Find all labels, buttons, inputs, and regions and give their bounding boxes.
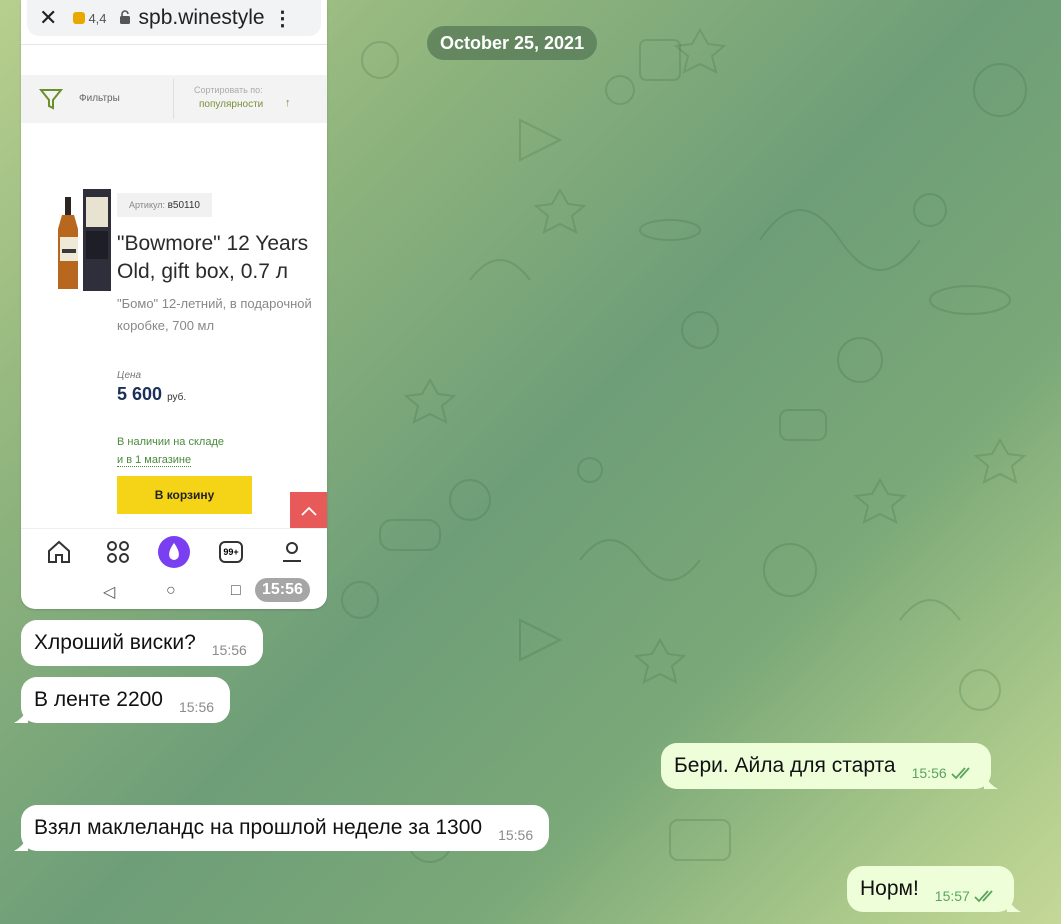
product-price: 5 600 руб. (117, 384, 186, 405)
message-time: 15:56 (498, 827, 534, 843)
bubble-tail (983, 775, 998, 789)
sort-arrow-icon: ↑ (285, 97, 291, 109)
availability-text: В наличии на складе (117, 436, 224, 448)
recents-icon: □ (231, 582, 241, 599)
message-time: 15:56 (211, 642, 247, 658)
rating-badge-icon (73, 12, 86, 24)
secure-lock-icon (117, 9, 133, 28)
message-time: 15:56 (178, 699, 215, 715)
message-bubble[interactable]: Бери. Айла для старта 15:56 (661, 743, 998, 789)
sku-value: в50110 (167, 200, 200, 211)
message-bubble[interactable]: В ленте 2200 15:56 (14, 677, 231, 723)
browser-address-bar: ✕ 4,4 spb.winestyle ⋮ (27, 0, 321, 36)
date-separator: October 25, 2021 (427, 26, 598, 60)
price-currency: руб. (167, 392, 187, 403)
add-to-cart-button: В корзину (117, 476, 252, 514)
message-bubble[interactable]: Хлроший виски? 15:56 (21, 620, 263, 666)
read-double-check-icon (951, 767, 970, 780)
home-circle-icon: ○ (166, 582, 176, 599)
back-icon: ◁ (103, 584, 116, 601)
filter-sort-bar: Фильтры Сортировать по: популярности ↑ (21, 75, 327, 123)
message-time: 15:57 (934, 888, 970, 904)
message-text: В ленте 2200 (34, 688, 163, 711)
site-rating: 4,4 (73, 10, 107, 26)
message-text: Хлроший виски? (34, 631, 196, 654)
close-icon: ✕ (39, 5, 58, 30)
page-url: spb.winestyle (138, 6, 265, 29)
bubble-tail (1006, 898, 1021, 912)
filter-icon (39, 89, 63, 110)
availability-stores-link: и в 1 магазине (117, 454, 192, 467)
product-description: "Бомо" 12-летний, в подарочной коробке, … (117, 296, 312, 333)
image-message[interactable]: ✕ 4,4 spb.winestyle ⋮ Фильтры Сортироват… (21, 0, 327, 609)
sort-caption: Сортировать по: (194, 85, 263, 95)
divider (21, 44, 327, 45)
message-time: 15:56 (911, 765, 947, 781)
message-bubble[interactable]: Норм! 15:57 (847, 866, 1021, 912)
apps-grid-icon (107, 541, 129, 563)
home-icon (48, 540, 70, 563)
alice-assistant-icon (158, 536, 190, 568)
divider (173, 79, 174, 119)
sku-label: Артикул: (129, 200, 166, 210)
rating-value: 4,4 (88, 10, 107, 26)
filters-label: Фильтры (79, 93, 120, 104)
sort-value: популярности (199, 99, 264, 110)
product-name: "Bowmore" 12 Years Old, gift box, 0.7 л (117, 232, 309, 283)
tabs-counter-icon: 99+ (219, 541, 243, 563)
scroll-up-icon (290, 492, 327, 528)
product-image (58, 189, 111, 291)
image-timestamp: 15:56 (255, 578, 310, 602)
message-text: Бери. Айла для старта (674, 754, 896, 777)
profile-icon (283, 542, 301, 562)
message-text: Норм! (860, 877, 919, 900)
price-value: 5 600 (117, 384, 163, 404)
sku-badge: Артикул: в50110 (117, 193, 212, 217)
message-text: Взял маклеландс на прошлой неделе за 130… (34, 816, 483, 839)
read-double-check-icon (974, 890, 993, 903)
browser-menu-icon: ⋮ (272, 7, 293, 30)
bubble-tail (14, 837, 28, 851)
price-caption: Цена (117, 370, 142, 381)
message-bubble[interactable]: Взял маклеландс на прошлой неделе за 130… (14, 805, 550, 851)
bubble-tail (14, 709, 28, 723)
browser-bottom-nav: 99+ (21, 528, 327, 579)
